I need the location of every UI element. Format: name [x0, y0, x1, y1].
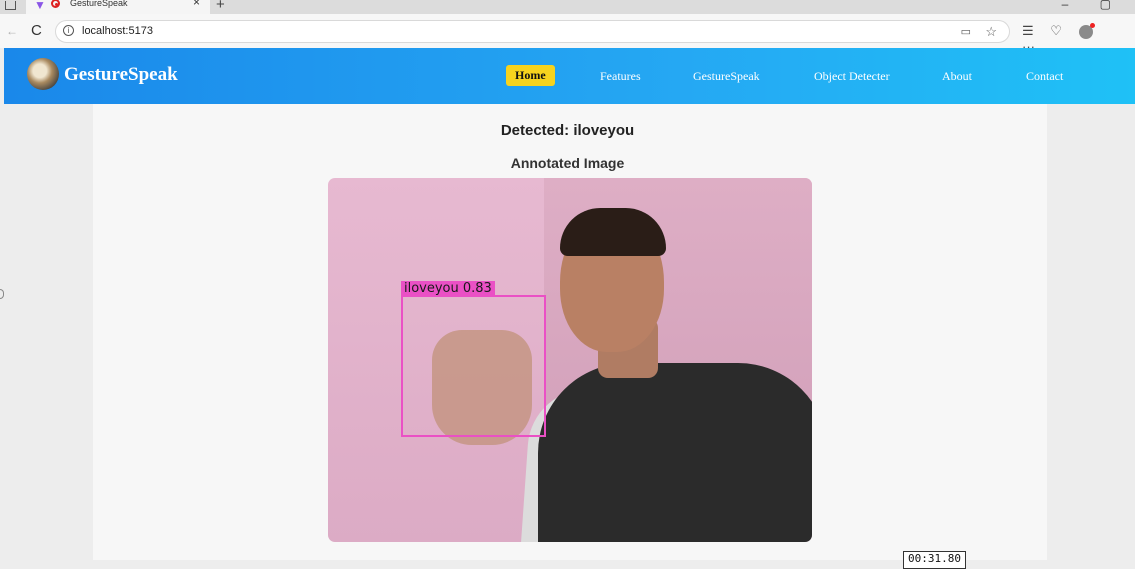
nav-about[interactable]: About — [942, 69, 972, 84]
recording-icon — [51, 0, 60, 8]
tab-strip: ▼ GestureSpeak × + – ▢ — [0, 0, 1135, 14]
annotated-image-heading: Annotated Image — [510, 155, 625, 171]
nav-home[interactable]: Home — [506, 65, 555, 86]
address-toolbar: ← C i localhost:5173 ▭ ☆ ☰ ♡ ··· — [0, 14, 1135, 54]
url-text[interactable]: localhost:5173 — [82, 25, 153, 37]
minimize-button[interactable]: – — [1062, 0, 1069, 11]
nav-object-detecter[interactable]: Object Detecter — [814, 69, 890, 84]
app-header: GestureSpeak Home Features GestureSpeak … — [4, 48, 1135, 104]
favorites-icon[interactable]: ☰ — [1022, 23, 1034, 39]
profile-avatar-icon[interactable] — [1078, 22, 1095, 39]
vite-favicon-icon: ▼ — [34, 0, 46, 12]
photo-torso — [538, 363, 812, 542]
annotated-image: iloveyou 0.83 — [328, 178, 812, 542]
tab-title: GestureSpeak — [70, 0, 128, 8]
detected-gesture-text: Detected: iloveyou — [500, 122, 635, 139]
sidebar-toggle-icon[interactable] — [5, 1, 16, 10]
reload-icon[interactable]: C — [31, 22, 42, 39]
detection-label: iloveyou 0.83 — [401, 281, 495, 296]
site-info-icon[interactable]: i — [63, 25, 74, 36]
nav-gesturespeak[interactable]: GestureSpeak — [693, 69, 760, 84]
detection-bounding-box — [401, 295, 546, 437]
favorite-star-icon[interactable]: ☆ — [985, 24, 997, 40]
logo-icon[interactable] — [27, 58, 59, 90]
tab-close-icon[interactable]: × — [193, 0, 200, 8]
read-aloud-icon[interactable]: ▭ — [961, 25, 971, 38]
new-tab-button[interactable]: + — [216, 0, 225, 12]
address-bar[interactable]: i localhost:5173 ▭ ☆ — [55, 20, 1010, 43]
window-controls: – ▢ — [1034, 0, 1111, 11]
browser-essentials-icon[interactable]: ♡ — [1050, 23, 1062, 39]
edge-handle-icon[interactable] — [0, 289, 4, 299]
brand-name[interactable]: GestureSpeak — [64, 64, 178, 86]
browser-tab[interactable]: ▼ GestureSpeak × — [26, 0, 210, 14]
restore-button[interactable]: ▢ — [1100, 0, 1111, 11]
back-icon[interactable]: ← — [6, 24, 18, 38]
recording-timer: 00:31.80 — [903, 551, 966, 569]
nav-contact[interactable]: Contact — [1026, 69, 1063, 84]
nav-features[interactable]: Features — [600, 69, 641, 84]
